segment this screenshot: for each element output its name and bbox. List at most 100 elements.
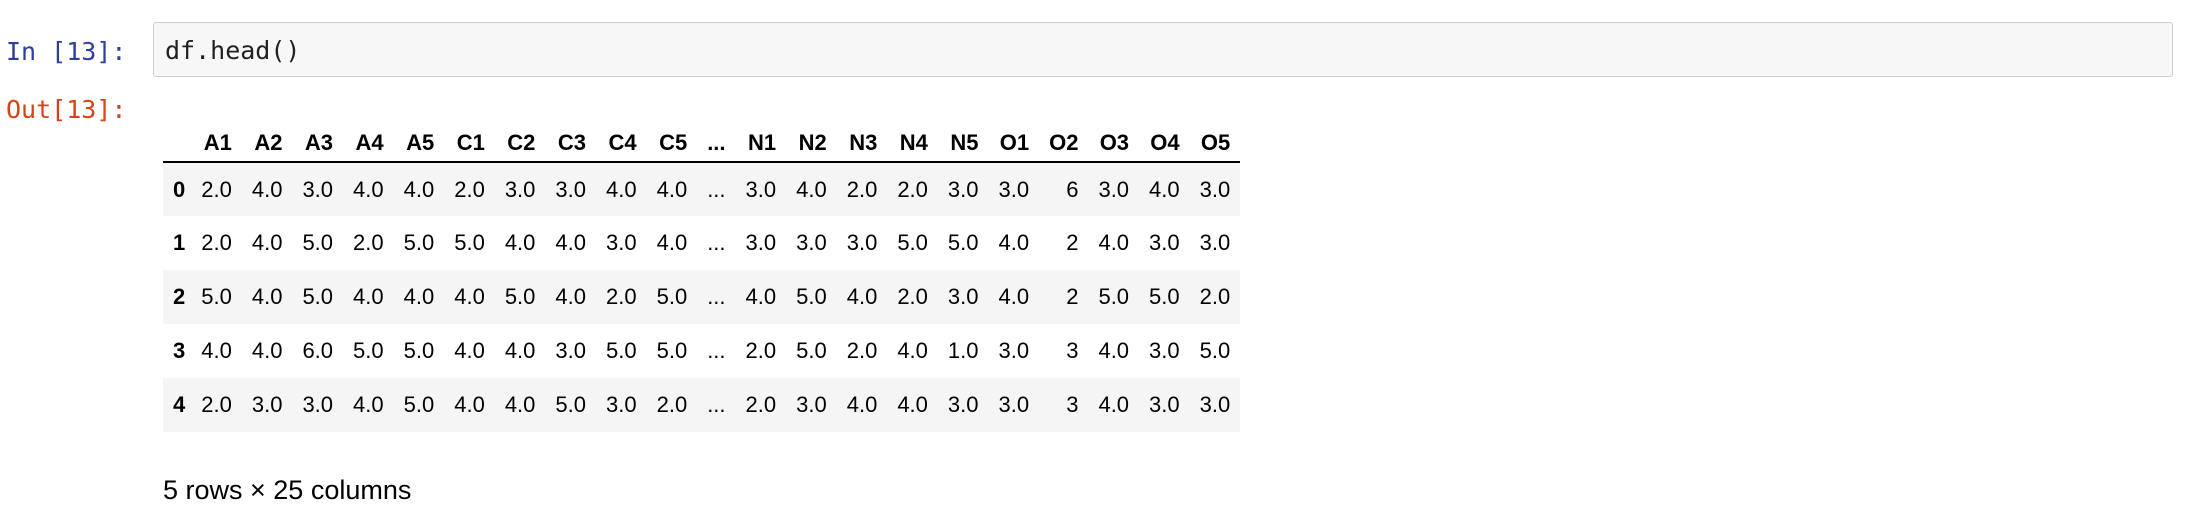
table-cell: 2.0 [454,176,485,202]
table-cell: 4.0 [251,284,283,309]
table-cell: 3.0 [606,392,637,417]
column-header: A3 [292,124,344,163]
table-row: 2 5.0 4.0 5.0 4.0 4.0 4.0 5.0 4.0 2.0 5.… [163,270,1241,324]
table-cell: 4.0 [897,338,928,363]
output-area: A1 A2 A3 A4 A5 C1 C2 C3 C4 C5 ... N1 N2 … [163,124,1241,432]
table-cell: 2.0 [846,338,878,363]
table-cell: 6.0 [302,338,334,363]
code-input-area[interactable]: df.head() [153,22,2173,77]
table-cell: 3.0 [302,392,334,417]
table-row: 0 2.0 4.0 3.0 4.0 4.0 2.0 3.0 3.0 4.0 4.… [163,162,1241,216]
table-cell: 3.0 [1149,338,1180,363]
column-header: O2 [1039,124,1089,163]
table-cell: ... [707,338,726,363]
table-cell: 3.0 [1199,392,1231,417]
table-cell: 3.0 [302,176,334,202]
column-header: O1 [988,124,1040,163]
table-cell: 5.0 [656,284,688,309]
table-cell: 3.0 [555,176,586,202]
table-row: 3 4.0 4.0 6.0 5.0 5.0 4.0 4.0 3.0 5.0 5.… [163,324,1240,378]
column-header: A2 [241,124,293,163]
table-cell: 4.0 [897,392,928,417]
column-header: C3 [545,124,596,163]
code-text[interactable]: df.head() [165,37,300,65]
table-cell: 3.0 [745,176,777,202]
column-header: A4 [343,124,394,163]
table-cell: 3.0 [251,392,283,417]
index-header [163,124,192,163]
table-cell: 3.0 [555,338,586,363]
table-cell: 2.0 [201,176,232,202]
table-cell: 5.0 [302,230,334,255]
table-cell: 4.0 [656,176,688,202]
table-cell: 4.0 [656,230,688,255]
table-cell: 3.0 [998,176,1030,202]
table-cell: 3.0 [1199,230,1231,255]
table-cell: 5.0 [947,230,979,255]
table-cell: 4.0 [454,392,485,417]
table-cell: 4.0 [353,392,384,417]
table-cell: 3.0 [1149,392,1180,417]
table-row: 4 2.0 3.0 3.0 4.0 5.0 4.0 4.0 5.0 3.0 2.… [163,378,1241,432]
table-cell: 4.0 [251,176,283,202]
table-cell: 4.0 [353,176,384,202]
column-header: N4 [887,124,938,163]
input-prompt: In [13]: [6,37,127,66]
table-cell: 2.0 [897,284,928,309]
column-header: C2 [494,124,546,163]
column-header: N5 [937,124,989,163]
table-cell: 3.0 [998,392,1030,417]
table-cell: 3.0 [1149,230,1180,255]
table-cell: 3.0 [846,230,878,255]
table-cell: 2.0 [606,284,637,309]
row-index: 1 [173,230,186,255]
column-header: A1 [191,124,242,163]
table-cell: 5.0 [796,338,827,363]
table-cell: 4.0 [251,338,283,363]
column-header: A5 [393,124,445,163]
column-header: ... [697,124,736,163]
table-cell: 2.0 [201,392,232,417]
output-prompt: Out[13]: [6,95,127,124]
column-header: O4 [1139,124,1190,163]
table-cell: ... [707,230,726,255]
table-cell: 2.0 [846,176,878,202]
table-cell: 2.0 [201,230,232,255]
dataframe-shape-caption: 5 rows × 25 columns [163,475,412,505]
table-cell: 4.0 [1098,392,1130,417]
table-cell: 4.0 [454,338,485,363]
table-cell: 4.0 [998,284,1030,309]
table-row: 1 2.0 4.0 5.0 2.0 5.0 5.0 4.0 4.0 3.0 4.… [163,216,1240,270]
table-cell: 4.0 [1149,176,1180,202]
table-cell: 4.0 [606,176,637,202]
table-cell: 2.0 [353,230,384,255]
table-cell: 4.0 [555,230,586,255]
table-cell: 4.0 [555,284,586,309]
column-header: N3 [836,124,888,163]
column-header: C1 [444,124,495,163]
table-cell: 3.0 [606,230,637,255]
table-cell: 5.0 [555,392,586,417]
table-cell: 2 [1066,284,1079,309]
table-cell: 5.0 [403,338,435,363]
table-cell: 6 [1066,176,1079,202]
table-cell: 4.0 [504,392,536,417]
table-cell: 4.0 [745,284,777,309]
table-cell: 3.0 [1098,176,1130,202]
table-cell: 4.0 [353,284,384,309]
header-row: A1 A2 A3 A4 A5 C1 C2 C3 C4 C5 ... N1 N2 … [163,124,1241,163]
table-cell: 4.0 [403,176,435,202]
table-cell: 4.0 [846,284,878,309]
column-header: C5 [646,124,698,163]
table-cell: ... [707,284,726,309]
row-index: 3 [173,338,186,363]
table-cell: 5.0 [1098,284,1130,309]
table-cell: 4.0 [1098,230,1130,255]
table-cell: 5.0 [403,230,435,255]
table-cell: 2.0 [656,392,688,417]
table-cell: 3.0 [947,284,979,309]
table-cell: 4.0 [201,338,232,363]
table-cell: 2.0 [897,176,928,202]
row-index: 2 [173,284,186,309]
table-cell: 3.0 [947,392,979,417]
